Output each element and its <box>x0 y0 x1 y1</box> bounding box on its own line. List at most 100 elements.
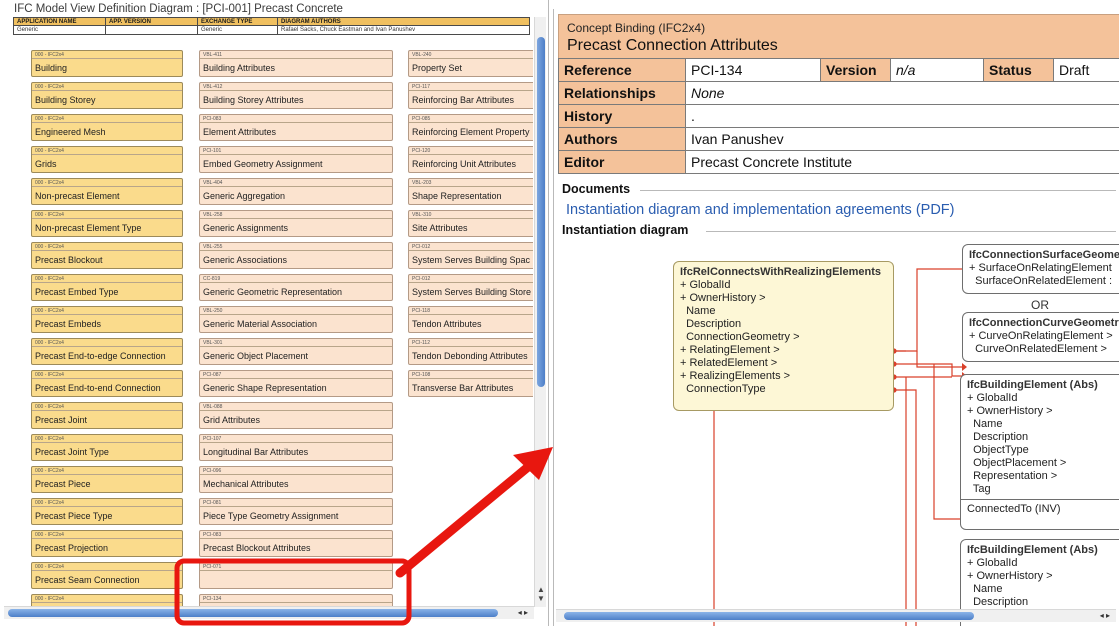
entity-box[interactable]: 000 - IFC2x4 Precast End-to-edge Connecti… <box>31 338 183 365</box>
entity-divider <box>200 314 392 315</box>
entity-box[interactable]: PCI-083 Precast Blockout Attributes <box>199 530 393 557</box>
entity-name: Generic Associations <box>203 255 288 265</box>
entity-box[interactable]: 000 - IFC2x4 Precast End-to-end Connectio… <box>31 370 183 397</box>
left-vertical-scroll-arrows[interactable]: ▲ ▼ <box>535 585 547 603</box>
entity-box[interactable]: 000 - IFC2x4 Precast Piece <box>31 466 183 493</box>
rel-connects-node[interactable]: IfcRelConnectsWithRealizingElements + Gl… <box>673 261 894 411</box>
entity-box[interactable]: VBL-404 Generic Aggregation <box>199 178 393 205</box>
connection-surface-node[interactable]: IfcConnectionSurfaceGeomet + SurfaceOnRe… <box>962 244 1119 294</box>
entity-name: Building Attributes <box>203 63 276 73</box>
header-col-app-name: APPLICATION NAME <box>13 17 106 26</box>
entity-box[interactable]: VBL-301 Generic Object Placement <box>199 338 393 365</box>
attribute-row: Name <box>967 583 1003 595</box>
entity-box[interactable]: VBL-412 Building Storey Attributes <box>199 82 393 109</box>
pdf-document-link[interactable]: Instantiation diagram and implementation… <box>566 202 954 218</box>
entity-box[interactable]: PCI-107 Longitudinal Bar Attributes <box>199 434 393 461</box>
entity-box[interactable]: PCI-120 Reinforcing Unit Attributes <box>408 146 533 173</box>
connector-realizing <box>894 389 917 626</box>
entity-box[interactable]: PCI-083 Element Attributes <box>199 114 393 141</box>
connector-geometry-to-curve <box>916 351 962 368</box>
entity-box[interactable]: PCI-081 Piece Type Geometry Assignment <box>199 498 393 525</box>
entity-divider <box>200 218 392 219</box>
entity-box[interactable]: 000 - IFC2x4 Precast Projection <box>31 530 183 557</box>
entity-name: System Serves Building Spac <box>412 255 531 265</box>
left-vertical-scrollbar[interactable]: ▲ ▼ <box>534 17 546 607</box>
entity-divider <box>32 474 182 475</box>
entity-name: Grids <box>35 159 57 169</box>
entity-name: Precast End-to-edge Connection <box>35 351 166 361</box>
entity-name: Generic Object Placement <box>203 351 309 361</box>
entity-divider <box>409 314 533 315</box>
entity-name: Precast Joint Type <box>35 447 109 457</box>
entity-divider <box>409 122 533 123</box>
entity-box[interactable]: VBL-255 Generic Associations <box>199 242 393 269</box>
left-horizontal-scrollbar[interactable]: ◂ ▸ <box>4 606 534 619</box>
entity-box[interactable]: CC-819 Generic Geometric Representation <box>199 274 393 301</box>
entity-box[interactable]: PCI-108 Transverse Bar Attributes <box>408 370 533 397</box>
entity-box[interactable]: 000 - IFC2x4 Precast Joint <box>31 402 183 429</box>
concept-title: Precast Connection Attributes <box>567 37 778 54</box>
attribute-row: + GlobalId <box>680 279 731 291</box>
entity-box[interactable]: PCI-085 Reinforcing Element Property <box>408 114 533 141</box>
left-horizontal-scroll-thumb[interactable] <box>8 609 498 617</box>
entity-box[interactable]: 000 - IFC2x4 Building <box>31 50 183 77</box>
entity-box[interactable]: 000 - IFC2x4 Non-precast Element <box>31 178 183 205</box>
entity-name: Precast Piece Type <box>35 511 113 521</box>
entity-box[interactable]: 000 - IFC2x4Precast Slab <box>31 594 183 606</box>
entity-box[interactable]: PCI-118 Tendon Attributes <box>408 306 533 333</box>
entity-divider <box>409 250 533 251</box>
entity-box[interactable]: VBL-203 Shape Representation <box>408 178 533 205</box>
entity-divider <box>200 90 392 91</box>
entity-box[interactable]: 000 - IFC2x4 Precast Joint Type <box>31 434 183 461</box>
entity-box[interactable]: PCI-012 System Serves Building Store <box>408 274 533 301</box>
entity-box[interactable]: 000 - IFC2x4 Precast Seam Connection <box>31 562 183 589</box>
entity-box[interactable]: VBL-088 Grid Attributes <box>199 402 393 429</box>
entity-box[interactable]: PCI-096 Mechanical Attributes <box>199 466 393 493</box>
entity-box[interactable]: PCI-112 Tendon Debonding Attributes <box>408 338 533 365</box>
header-col-exchange-type: EXCHANGE TYPE <box>197 17 278 26</box>
entity-divider <box>200 570 392 571</box>
entity-divider <box>409 154 533 155</box>
entity-name: Property Set <box>412 63 463 73</box>
entity-name: Engineered Mesh <box>35 127 106 137</box>
entity-box[interactable]: PCI-071 <box>199 562 393 589</box>
building-element-title: IfcBuildingElement (Abs) <box>967 379 1098 391</box>
entity-name: Precast Blockout <box>35 255 103 265</box>
entity-box[interactable]: VBL-240 Property Set <box>408 50 533 77</box>
right-horizontal-scrollbar[interactable]: ◂ ▸ <box>556 609 1116 622</box>
concept-header: Concept Binding (IFC2x4) Precast Connect… <box>558 14 1119 64</box>
building-element-node[interactable]: IfcBuildingElement (Abs) + GlobalId + Own… <box>960 374 1119 530</box>
entity-box[interactable]: VBL-258 Generic Assignments <box>199 210 393 237</box>
entity-name: Tendon Attributes <box>412 319 482 329</box>
right-scroll-arrows[interactable]: ◂ ▸ <box>1100 611 1110 620</box>
entity-box[interactable]: PCI-087 Generic Shape Representation <box>199 370 393 397</box>
attribute-row: + RealizingElements > <box>680 370 791 382</box>
entity-name: Generic Aggregation <box>203 191 286 201</box>
entity-box[interactable]: 000 - IFC2x4 Precast Embeds <box>31 306 183 333</box>
entity-box[interactable]: 000 - IFC2x4 Non-precast Element Type <box>31 210 183 237</box>
entity-name: Reinforcing Element Property <box>412 127 530 137</box>
left-scroll-arrows[interactable]: ◂ ▸ <box>518 608 528 617</box>
entity-box[interactable]: 000 - IFC2x4 Precast Piece Type <box>31 498 183 525</box>
attribute-row: ConnectionType <box>680 383 766 395</box>
connection-curve-node[interactable]: IfcConnectionCurveGeometry + CurveOnRela… <box>962 312 1119 362</box>
connection-surface-title: IfcConnectionSurfaceGeomet <box>969 249 1119 261</box>
entity-box[interactable]: VBL-250 Generic Material Association <box>199 306 393 333</box>
entity-box[interactable]: 000 - IFC2x4 Precast Blockout <box>31 242 183 269</box>
right-horizontal-scroll-thumb[interactable] <box>564 612 974 620</box>
entity-name: Precast Joint <box>35 415 88 425</box>
entity-box[interactable]: PCI-012 System Serves Building Spac <box>408 242 533 269</box>
entity-box[interactable]: PCI-117 Reinforcing Bar Attributes <box>408 82 533 109</box>
entity-box[interactable]: 000 - IFC2x4 Precast Embed Type <box>31 274 183 301</box>
entity-box[interactable]: VBL-411 Building Attributes <box>199 50 393 77</box>
entity-divider <box>32 58 182 59</box>
entity-box[interactable]: 000 - IFC2x4 Building Storey <box>31 82 183 109</box>
entity-box[interactable]: PCI-134Precast Connection Attributes <box>199 594 393 606</box>
connector-geometry-to-surface <box>894 268 962 352</box>
entity-box[interactable]: PCI-101 Embed Geometry Assignment <box>199 146 393 173</box>
entity-box[interactable]: VBL-310 Site Attributes <box>408 210 533 237</box>
entity-box[interactable]: 000 - IFC2x4 Engineered Mesh <box>31 114 183 141</box>
attribute-row: ObjectType <box>967 444 1029 456</box>
entity-box[interactable]: 000 - IFC2x4 Grids <box>31 146 183 173</box>
left-vertical-scroll-thumb[interactable] <box>537 37 545 387</box>
